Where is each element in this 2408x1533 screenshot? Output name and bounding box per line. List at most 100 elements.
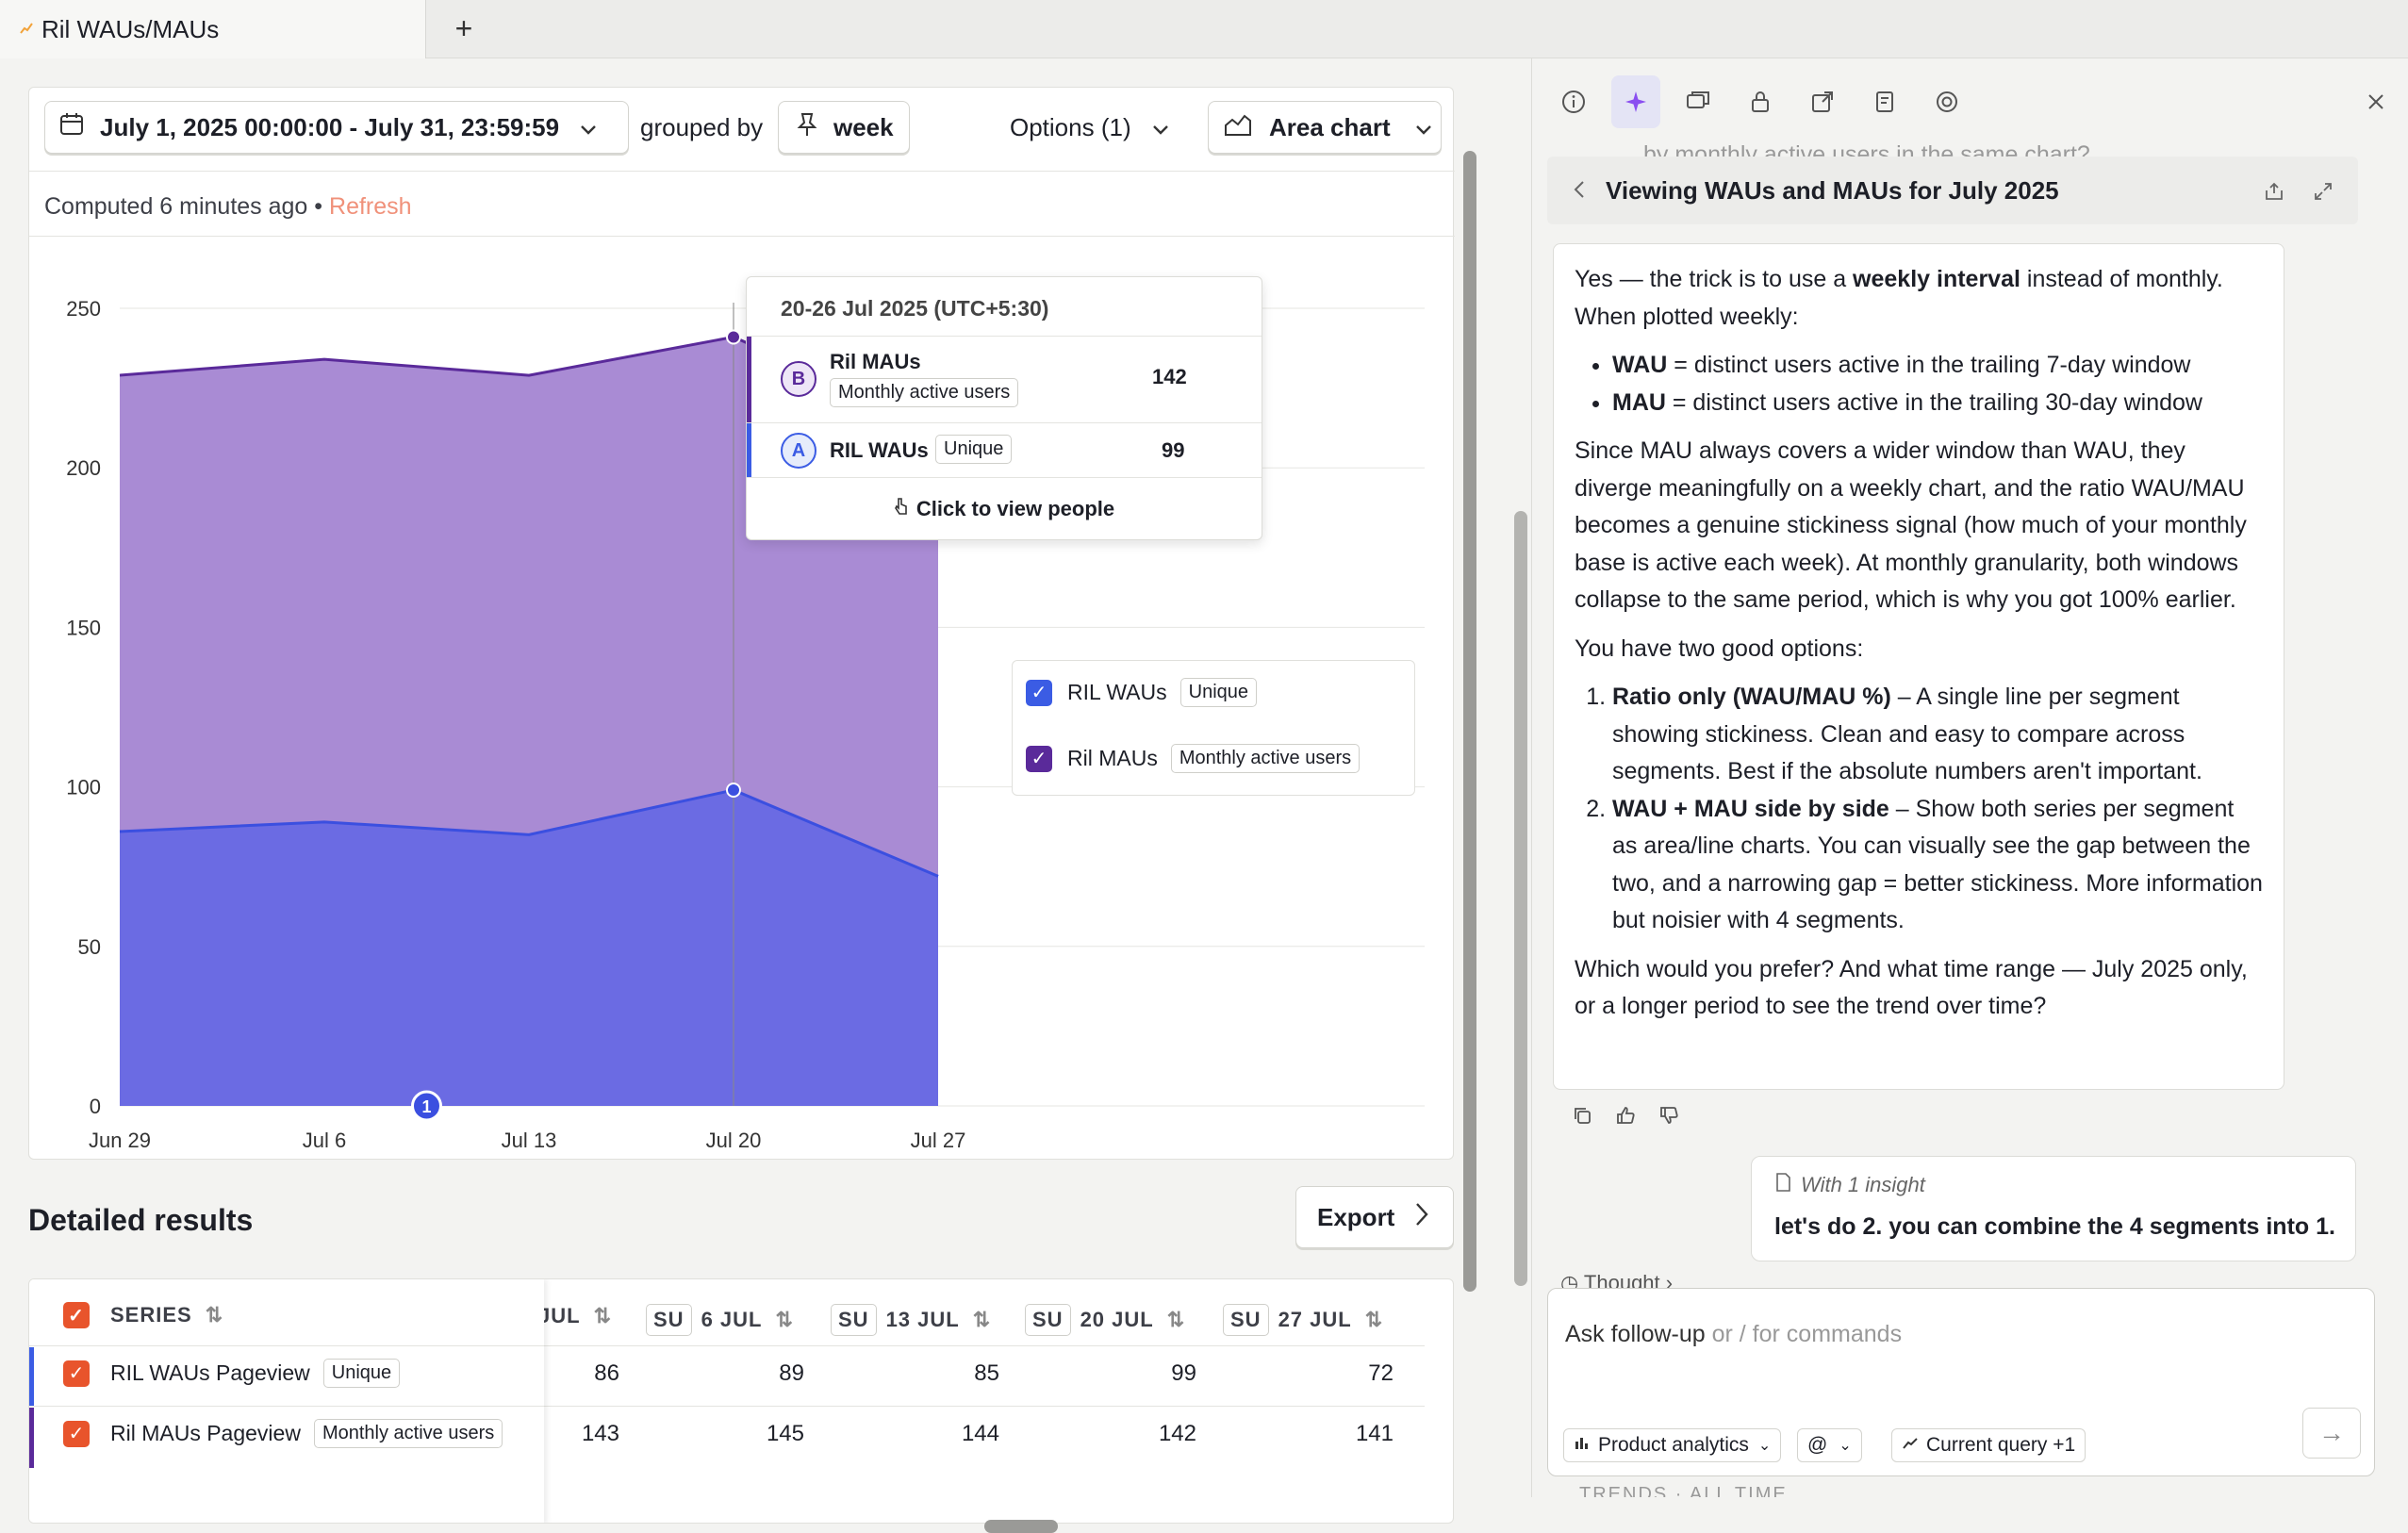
table-row[interactable]: ✓ RIL WAUs Pageview Unique <box>63 1359 401 1388</box>
thumbs-down-icon[interactable] <box>1658 1105 1679 1131</box>
tab-ril-waus-maus[interactable]: Ril WAUs/MAUs <box>0 0 426 58</box>
x-tick-label: Jul 20 <box>706 1129 762 1152</box>
table-cell: 89 <box>779 1360 804 1386</box>
results-table: JUL ⇅ SU 6 JUL ⇅ SU 13 JUL ⇅ SU 20 JUL ⇅… <box>28 1278 1454 1524</box>
side-panel-tabs <box>1532 58 2408 145</box>
y-tick-label: 50 <box>78 935 101 959</box>
column-date: 27 JUL <box>1278 1308 1352 1331</box>
text-run: WAU <box>1612 352 1668 378</box>
tooltip-value: 142 <box>1152 365 1187 388</box>
text-run: Yes — the trick is to use a <box>1575 266 1854 292</box>
list-item: MAU = distinct users active in the trail… <box>1612 385 2263 422</box>
series-header[interactable]: ✓ SERIES ⇅ <box>63 1302 223 1328</box>
chat-composer[interactable]: Ask follow-up or / for commands Product … <box>1547 1288 2375 1476</box>
y-tick-label: 0 <box>90 1095 101 1118</box>
outer-scrollbar[interactable] <box>1514 511 1527 1286</box>
legend-item[interactable]: ✓ RIL WAUs Unique <box>1026 678 1258 707</box>
series-tag: Monthly active users <box>313 1419 503 1448</box>
detailed-results-title: Detailed results <box>28 1203 254 1237</box>
lock-icon[interactable] <box>1736 75 1785 128</box>
tooltip-title: 20-26 Jul 2025 (UTC+5:30) <box>781 296 1049 321</box>
export-button[interactable]: Export <box>1295 1186 1454 1248</box>
row-series-name: RIL WAUs Pageview <box>110 1360 310 1385</box>
text-run: Ratio only (WAU/MAU %) <box>1612 684 1891 710</box>
chevron-right-icon <box>1415 1202 1428 1233</box>
horizontal-scrollbar[interactable] <box>984 1520 1058 1533</box>
tooltip-row[interactable]: B Ril MAUs Monthly active users 142 <box>747 336 1262 422</box>
copy-icon[interactable] <box>1572 1105 1592 1131</box>
series-tag: Unique <box>322 1359 401 1388</box>
back-chevron-icon[interactable] <box>1574 176 1585 206</box>
y-tick-label: 200 <box>66 456 101 480</box>
share-conversation-icon[interactable] <box>2264 179 2284 208</box>
divider <box>29 1345 544 1346</box>
bullet-list: WAU = distinct users active in the trail… <box>1612 347 2263 421</box>
area-chart[interactable]: 0 50 100 150 200 250 Jun 29 Jul 6 Jul 13 Jul 20 Ju… <box>29 88 1455 1152</box>
column-header[interactable]: JUL ⇅ <box>538 1304 612 1328</box>
arrow-right-icon: → <box>2318 1418 2345 1447</box>
row-series-name: Ril MAUs Pageview <box>110 1421 301 1445</box>
view-people-button[interactable]: Click to view people <box>747 477 1262 539</box>
vertical-scrollbar[interactable] <box>1463 151 1476 1292</box>
new-tab-button[interactable]: + <box>443 8 485 49</box>
close-icon[interactable] <box>2367 87 2385 119</box>
chevron-down-icon: ⌄ <box>1757 1438 1772 1454</box>
series-color-bar <box>747 423 751 477</box>
insight-context-label: With 1 insight <box>1801 1173 1925 1196</box>
legend-item[interactable]: ✓ Ril MAUs Monthly active users <box>1026 744 1361 773</box>
clock-icon: ◷ <box>1560 1271 1579 1290</box>
text-run: WAU + MAU side by side <box>1612 795 1889 822</box>
comments-icon[interactable] <box>1674 75 1723 128</box>
checkbox-checked-icon[interactable]: ✓ <box>1026 745 1052 772</box>
product-label: Product analytics <box>1598 1434 1749 1456</box>
checkbox-checked-icon[interactable]: ✓ <box>63 1420 90 1447</box>
y-tick-label: 100 <box>66 776 101 799</box>
support-icon[interactable] <box>1922 75 1971 128</box>
send-button[interactable]: → <box>2302 1408 2361 1459</box>
info-icon[interactable] <box>1549 75 1598 128</box>
table-cell: 143 <box>581 1421 619 1446</box>
product-analytics-selector[interactable]: Product analytics ⌄ <box>1563 1428 1782 1462</box>
series-area-ril-waus <box>120 789 938 1106</box>
column-header[interactable]: SU 27 JUL ⇅ <box>1223 1304 1383 1336</box>
view-people-label: Click to view people <box>915 496 1115 520</box>
current-query-context[interactable]: Current query +1 <box>1891 1428 2086 1462</box>
column-header[interactable]: SU 13 JUL ⇅ <box>831 1304 991 1336</box>
thought-toggle[interactable]: ◷ Thought › <box>1560 1271 1673 1290</box>
notebook-icon[interactable] <box>1860 75 1909 128</box>
share-icon[interactable] <box>1798 75 1847 128</box>
ai-sparkle-icon[interactable] <box>1611 75 1660 128</box>
chart-tooltip[interactable]: 20-26 Jul 2025 (UTC+5:30) B Ril MAUs Mon… <box>746 276 1262 540</box>
trend-icon <box>1902 1434 1919 1457</box>
x-tick-label: Jun 29 <box>89 1129 151 1152</box>
series-column: ✓ SERIES ⇅ ✓ RIL WAUs Pageview Unique ✓ … <box>29 1279 544 1523</box>
column-header[interactable]: SU 20 JUL ⇅ <box>1025 1304 1185 1336</box>
x-tick-label: Jul 13 <box>502 1129 557 1152</box>
column-header[interactable]: SU 6 JUL ⇅ <box>646 1304 794 1336</box>
text-run: = distinct users active in the trailing … <box>1667 352 2191 378</box>
message-paragraph: Yes — the trick is to use a weekly inter… <box>1575 261 2263 336</box>
table-cell: 99 <box>1171 1360 1196 1386</box>
message-actions <box>1572 1105 1679 1131</box>
numbered-list: Ratio only (WAU/MAU %) – A single line p… <box>1612 679 2263 940</box>
expand-icon[interactable] <box>2313 179 2334 208</box>
series-header-label: SERIES <box>110 1303 192 1327</box>
table-cell: 142 <box>1158 1421 1196 1446</box>
table-row[interactable]: ✓ Ril MAUs Pageview Monthly active users <box>63 1419 503 1448</box>
pointer-icon <box>894 497 909 521</box>
tooltip-row[interactable]: A RIL WAUs Unique 99 <box>747 422 1262 477</box>
checkbox-checked-icon[interactable]: ✓ <box>1026 679 1052 706</box>
divider <box>29 1406 544 1407</box>
sort-icon: ⇅ <box>972 1308 992 1331</box>
checkbox-checked-icon[interactable]: ✓ <box>63 1302 90 1328</box>
checkbox-checked-icon[interactable]: ✓ <box>63 1360 90 1387</box>
chart-card: July 1, 2025 00:00:00 - July 31, 23:59:5… <box>28 87 1455 1160</box>
thumbs-up-icon[interactable] <box>1615 1105 1636 1131</box>
column-date: 6 JUL <box>701 1308 763 1331</box>
message-paragraph: You have two good options: <box>1575 635 1864 662</box>
series-tag: Unique <box>935 435 1013 464</box>
legend-series-name: Ril MAUs <box>1067 746 1158 770</box>
mention-label: @ <box>1807 1434 1828 1456</box>
mention-selector[interactable]: @ ⌄ <box>1797 1428 1862 1462</box>
composer-input[interactable]: Ask follow-up or / for commands <box>1565 1321 1902 1348</box>
